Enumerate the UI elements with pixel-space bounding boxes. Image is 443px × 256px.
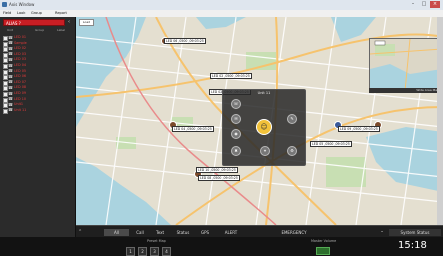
unit-center-icon[interactable]: ☺ [256, 119, 272, 135]
collapse-icon[interactable]: ‹ [66, 19, 72, 26]
device-label: LED 03 [14, 51, 27, 56]
settings-icon[interactable]: ⚙ [287, 146, 297, 156]
minimap-caption: Wide Area Map [369, 88, 441, 93]
preset-button-2[interactable]: 2 [138, 247, 147, 256]
radio-icon: ☎ [8, 45, 13, 51]
map-scrollbar[interactable] [437, 17, 443, 225]
close-button[interactable]: × [430, 1, 440, 8]
edit-icon[interactable]: ✎ [287, 114, 297, 124]
tab-call[interactable]: Call [132, 229, 148, 236]
unit-label: LED 06 ,0500 ,09:03:25 [164, 38, 206, 44]
radio-icon: ☎ [8, 73, 13, 79]
device-label: LED 10 [14, 96, 27, 101]
column-group: Group [35, 28, 45, 32]
device-row[interactable]: ☎ LED 01 [3, 34, 73, 41]
app-icon [2, 2, 7, 7]
radio-icon: ☎ [8, 34, 13, 40]
radio-icon: ☎ [8, 40, 13, 46]
minimap-canvas [369, 38, 443, 92]
device-row[interactable]: ☎ LED 09 [3, 90, 73, 97]
radio-icon: ☎ [8, 101, 13, 107]
clock: 15:18 [398, 240, 427, 251]
device-label: LED 02 [14, 46, 27, 51]
device-label: Unit1 [14, 102, 24, 107]
minimize-button[interactable]: – [408, 1, 418, 8]
column-label: Label [57, 28, 66, 32]
unit-label: LED 09 ,0500 ,09:03:25 [338, 126, 380, 132]
delete-icon[interactable]: ✖ [231, 146, 241, 156]
column-headers: Unit Group Label [3, 28, 73, 32]
radio-icon: ☎ [8, 90, 13, 96]
device-label: LED 01 [14, 35, 27, 39]
master-volume-label: Master Volume [311, 239, 337, 243]
column-unit: Unit [7, 28, 14, 32]
search-field[interactable]: ALIAS ? [3, 19, 65, 26]
camera-icon[interactable]: ◉ [231, 129, 241, 139]
device-row[interactable]: ☎ LED 05 [3, 68, 73, 75]
radio-icon: ☎ [8, 107, 13, 113]
device-label: LED 08 [14, 85, 27, 90]
radio-icon: ☎ [8, 79, 13, 85]
radio-icon: ☎ [8, 51, 13, 57]
unit-label: LED 04 ,0500 ,09:03:25 [172, 126, 214, 132]
device-row[interactable]: ☎ LED 06 [3, 73, 73, 81]
device-label: LED 06 [14, 74, 27, 79]
unit-popup: Unit 11 ☏ ✉ ◉ ✖ ✎ ⚙ ⌖ ☺ [222, 89, 306, 166]
expand-up-icon[interactable]: ⌃ [378, 229, 386, 236]
device-label: LED 07 [14, 79, 27, 84]
radio-icon: ☎ [8, 84, 13, 90]
radio-icon: ☎ [8, 62, 13, 68]
device-row[interactable]: ☎ LED 03 [3, 51, 73, 58]
device-label: LED 05 [14, 68, 27, 73]
message-icon[interactable]: ✉ [231, 114, 241, 124]
tab-gps[interactable]: GPS [197, 229, 213, 236]
device-label: LED 03 [14, 57, 27, 62]
call-icon[interactable]: ☏ [231, 99, 241, 109]
window-title: Axis Window [9, 2, 35, 7]
unit-label: LED 08 ,0500 ,09:03:25 [198, 175, 240, 181]
device-row[interactable]: ☎ LED 03 [3, 56, 73, 64]
bottom-control-bar: Preset Map 1 2 3 4 Master Volume 15:18 [0, 237, 443, 256]
maximize-button[interactable]: □ [419, 1, 429, 8]
tab-all[interactable]: All [104, 229, 129, 236]
radio-icon: ☎ [8, 96, 13, 102]
preset-map-label: Preset Map [147, 239, 166, 243]
expand-up-icon[interactable]: ⌃ [78, 229, 85, 236]
volume-slider[interactable] [316, 247, 330, 255]
map-load-button[interactable]: Load [79, 19, 94, 26]
device-row[interactable]: ☎ LED 04 [3, 62, 73, 69]
popup-title: Unit 11 [257, 91, 271, 95]
radio-icon: ☎ [8, 56, 13, 62]
tab-alert[interactable]: ALERT [220, 229, 242, 236]
menu-field[interactable]: Field [3, 11, 11, 15]
radio-icon: ☎ [8, 68, 13, 74]
menu-report[interactable]: Report [55, 11, 67, 15]
tab-text[interactable]: Text [152, 229, 168, 236]
unit-label: LED 02 ,0500 ,09:03:25 [210, 73, 252, 79]
preset-button-1[interactable]: 1 [126, 247, 135, 256]
tab-emergency[interactable]: EMERGENCY [274, 229, 314, 236]
device-row[interactable]: ☎ LED 02 [3, 45, 73, 53]
device-row[interactable]: ☎ Sample [3, 40, 73, 47]
device-row[interactable]: ☎ LED 08 [3, 84, 73, 92]
device-row[interactable]: ☎ LED 07 [3, 79, 73, 86]
tab-status[interactable]: Status [173, 229, 193, 236]
unit-label: LED 10 ,0500 ,09:03:25 [196, 167, 238, 173]
device-row[interactable]: ☎ Unit 11 [3, 107, 73, 114]
device-label: Unit 11 [14, 107, 27, 112]
preset-button-3[interactable]: 3 [150, 247, 159, 256]
device-row[interactable]: ☎ LED 10 [3, 96, 73, 103]
device-label: Sample [14, 40, 27, 45]
location-icon[interactable]: ⌖ [260, 146, 270, 156]
device-label: LED 04 [14, 63, 27, 67]
system-status-button[interactable]: System Status [389, 229, 441, 236]
menu-group[interactable]: Group [31, 11, 42, 15]
menu-look[interactable]: Look [17, 11, 25, 15]
device-label: LED 09 [14, 91, 27, 95]
minimap[interactable] [369, 38, 443, 92]
unit-label: LED 05 ,0500 ,09:03:25 [310, 141, 352, 147]
device-row[interactable]: ☎ Unit1 [3, 101, 73, 109]
preset-button-4[interactable]: 4 [162, 247, 171, 256]
device-panel: ALIAS ? ‹ Unit Group Label ☎ LED 01 ☎ Sampl… [0, 17, 76, 238]
